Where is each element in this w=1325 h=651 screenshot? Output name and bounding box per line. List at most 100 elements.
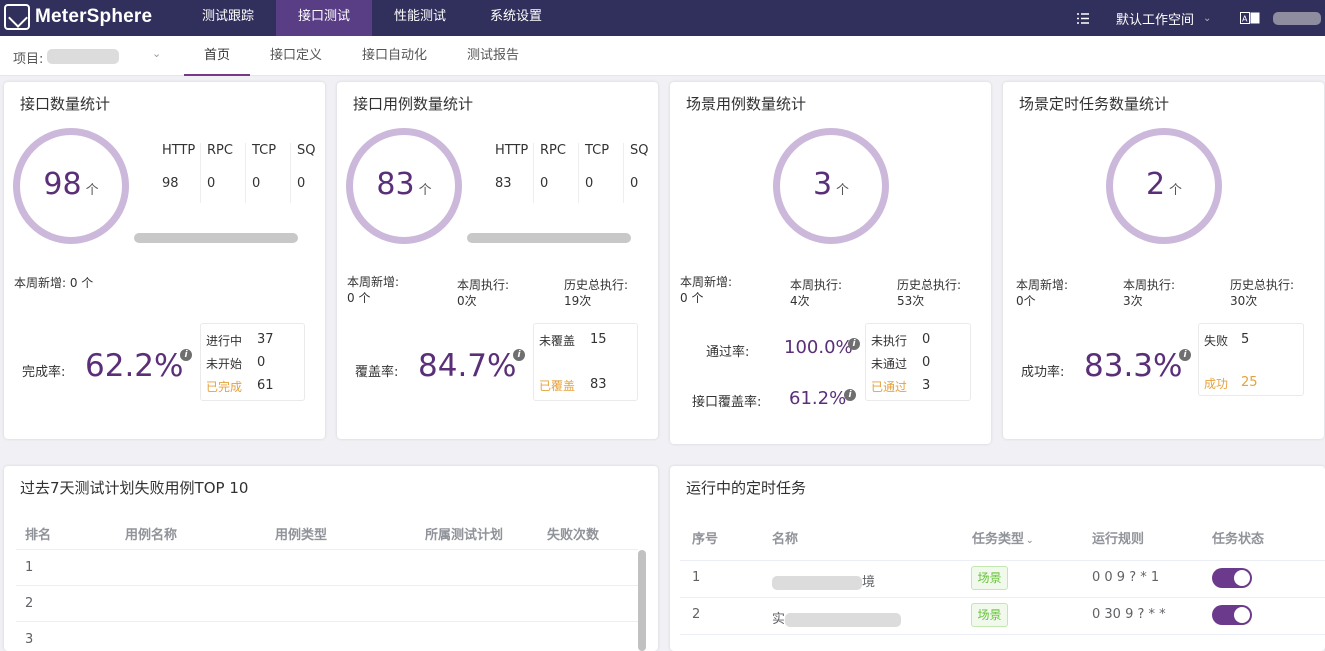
horizontal-scrollbar[interactable] — [467, 233, 631, 243]
count-unit: 个 — [418, 183, 432, 198]
table-row-rank: 2 — [25, 596, 34, 611]
card-title: 场景用例数量统计 — [686, 95, 807, 113]
task-status-toggle[interactable] — [1212, 568, 1252, 588]
chevron-down-icon[interactable]: ⌄ — [152, 47, 161, 60]
status-box: 未覆盖 15 已覆盖 83 — [533, 323, 638, 401]
row-divider — [680, 560, 1325, 561]
case-count-card: 接口用例数量统计 83 个 HTTP 83 RPC 0 TCP 0 SQ 0 本周… — [337, 82, 658, 439]
status-label: 成功 — [1204, 377, 1229, 391]
info-icon[interactable]: i — [180, 349, 192, 361]
divider — [200, 143, 201, 203]
week-new-label: 本周新增: — [347, 275, 400, 289]
week-exec-value: 0次 — [457, 294, 477, 308]
tab-home[interactable]: 首页 — [184, 36, 251, 76]
cover-rate-label: 接口覆盖率: — [692, 395, 762, 410]
horizontal-scrollbar[interactable] — [134, 233, 298, 243]
status-value: 25 — [1241, 375, 1258, 390]
pass-rate-label: 通过率: — [706, 345, 750, 360]
user-avatar[interactable] — [1273, 0, 1321, 36]
total-exec-value: 53次 — [897, 294, 925, 308]
status-value: 15 — [590, 332, 607, 347]
info-icon[interactable]: i — [844, 389, 856, 401]
project-name-redacted[interactable] — [47, 49, 119, 64]
status-label: 已完成 — [206, 380, 243, 394]
status-value: 83 — [590, 377, 607, 392]
protocol-value: 83 — [495, 176, 512, 191]
column-header: 序号 — [692, 532, 719, 547]
task-list-icon[interactable] — [1076, 0, 1090, 36]
row-divider — [680, 634, 1325, 635]
fail-top10-card: 过去7天测试计划失败用例TOP 10 排名 用例名称 用例类型 所属测试计划 失… — [4, 466, 658, 651]
card-title: 场景定时任务数量统计 — [1019, 95, 1170, 113]
status-label: 未执行 — [871, 334, 908, 348]
status-label: 已覆盖 — [539, 379, 576, 393]
divider — [623, 143, 624, 203]
row-divider — [16, 549, 638, 550]
week-new-value: 0个 — [1016, 294, 1036, 308]
card-title: 接口用例数量统计 — [353, 95, 474, 113]
task-type-tag: 场景 — [971, 566, 1008, 590]
top-bar: MeterSphere 测试跟踪 接口测试 性能测试 系统设置 默认工作空间 ⌄… — [0, 0, 1325, 36]
status-value: 3 — [922, 378, 931, 393]
rate-label: 完成率: — [22, 365, 66, 380]
column-header-task-type[interactable]: 任务类型 ⌄ — [972, 528, 1034, 547]
count-unit: 个 — [1169, 183, 1183, 198]
total-exec-value: 30次 — [1230, 294, 1258, 308]
task-rule: 0 0 9 ? * 1 — [1092, 570, 1160, 585]
task-type-label: 任务类型 — [972, 532, 1025, 547]
table-row-rank: 1 — [25, 560, 34, 575]
column-header: 所属测试计划 — [425, 528, 504, 543]
task-name-redacted — [785, 612, 902, 627]
count-value: 2 — [1145, 167, 1166, 202]
language-icon[interactable]: A — [1240, 0, 1260, 36]
nav-test-track[interactable]: 测试跟踪 — [180, 0, 276, 36]
info-icon[interactable]: i — [848, 338, 860, 350]
workspace-switcher[interactable]: 默认工作空间 ⌄ — [1116, 0, 1211, 36]
count-value: 3 — [812, 167, 833, 202]
logo[interactable]: MeterSphere — [4, 4, 152, 30]
week-new-label: 本周新增: — [1016, 278, 1069, 292]
vertical-scrollbar[interactable] — [638, 550, 646, 651]
week-exec-value: 4次 — [790, 294, 810, 308]
protocol-value: 0 — [207, 176, 216, 191]
status-label: 未开始 — [206, 357, 243, 371]
info-icon[interactable]: i — [1179, 349, 1191, 361]
status-label: 未覆盖 — [539, 334, 576, 348]
task-name[interactable]: 境 — [772, 571, 875, 590]
status-box: 进行中 37 未开始 0 已完成 61 — [200, 323, 305, 401]
status-value: 37 — [257, 332, 274, 347]
count-ring: 98 个 — [13, 128, 129, 244]
protocol-name: TCP — [585, 143, 610, 158]
nav-performance-test[interactable]: 性能测试 — [372, 0, 468, 36]
column-header: 运行规则 — [1092, 532, 1145, 547]
task-rule: 0 30 9 ? * * — [1092, 607, 1166, 622]
svg-text:A: A — [1242, 15, 1248, 24]
week-exec-label: 本周执行: — [1123, 278, 1176, 292]
column-header: 用例类型 — [275, 528, 328, 543]
schedule-count-card: 场景定时任务数量统计 2个 本周新增: 0个 本周执行: 3次 历史总执行: 3… — [1003, 82, 1324, 439]
rate-value: 83.3% — [1084, 348, 1183, 384]
row-divider — [680, 597, 1325, 598]
info-icon[interactable]: i — [513, 349, 525, 361]
tab-test-report[interactable]: 测试报告 — [447, 36, 539, 76]
status-box: 未执行 0 未通过 0 已通过 3 — [865, 323, 971, 401]
week-new: 本周新增: 0 个 — [14, 276, 94, 290]
card-title: 接口数量统计 — [20, 95, 111, 113]
column-header: 排名 — [25, 528, 52, 543]
rate-value: 62.2% — [85, 348, 184, 384]
task-status-toggle[interactable] — [1212, 605, 1252, 625]
card-title: 运行中的定时任务 — [686, 479, 807, 497]
column-header: 任务状态 — [1212, 532, 1265, 547]
count-ring: 2个 — [1106, 128, 1222, 244]
nav-api-test[interactable]: 接口测试 — [276, 0, 372, 36]
protocol-name: RPC — [207, 143, 233, 158]
week-new-label: 本周新增: — [680, 275, 733, 289]
tab-api-automation[interactable]: 接口自动化 — [342, 36, 447, 76]
pass-rate-value: 100.0% — [784, 337, 853, 358]
task-name[interactable]: 实 — [772, 608, 902, 627]
protocol-value: 0 — [585, 176, 594, 191]
protocol-value: 0 — [630, 176, 639, 191]
nav-system-settings[interactable]: 系统设置 — [468, 0, 564, 36]
tab-api-definition[interactable]: 接口定义 — [250, 36, 342, 76]
api-count-card: 接口数量统计 98 个 HTTP 98 RPC 0 TCP 0 SQ 0 本周新增… — [4, 82, 325, 439]
